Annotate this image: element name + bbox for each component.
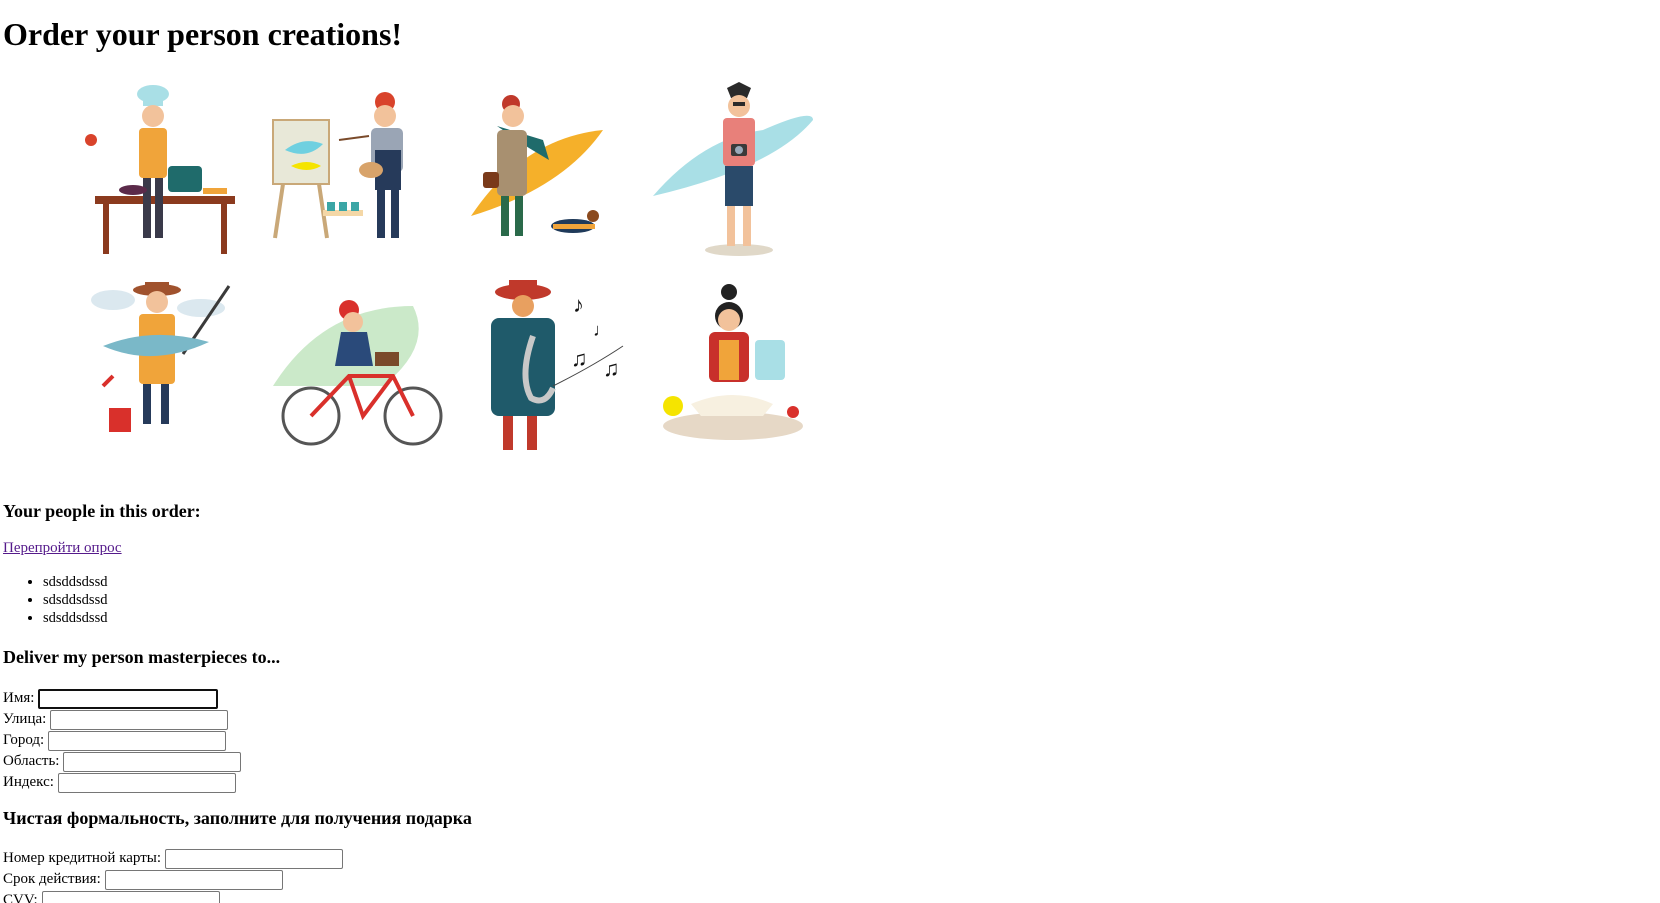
svg-text:♪: ♪ — [573, 292, 584, 317]
gallery-item[interactable] — [263, 276, 453, 466]
city-field-row: Город: — [3, 730, 241, 751]
painter-person-icon — [272, 92, 403, 239]
svg-text:♫: ♫ — [571, 346, 588, 371]
svg-text:♩: ♩ — [593, 320, 611, 340]
photographer-person-icon — [653, 82, 813, 256]
gallery-row: ♪ ♩ ♫ ♫ — [73, 276, 833, 466]
gallery-row — [73, 78, 833, 268]
card-number-field-row: Номер кредитной карты: — [3, 848, 344, 869]
list-item: sdsddsdssd — [43, 591, 107, 609]
region-label: Область: — [3, 753, 60, 769]
cyclist-person-icon — [273, 300, 443, 446]
cvv-field-row: CVV: — [3, 890, 343, 903]
payment-form: Номер кредитной карты: Срок действия: CV… — [3, 848, 344, 903]
gallery-item[interactable] — [73, 276, 263, 466]
payment-heading: Чистая формальность, заполните для получ… — [3, 808, 472, 828]
delivery-form: Имя: Улица: Город: Область: Индекс: — [3, 688, 242, 793]
gallery-item[interactable] — [643, 276, 833, 466]
delivery-heading: Deliver my person masterpieces to... — [3, 647, 281, 667]
zip-field-row: Индекс: — [3, 772, 241, 793]
gallery-item[interactable] — [263, 78, 453, 268]
card-number-label: Номер кредитной карты: — [3, 850, 162, 866]
name-label: Имя: — [3, 690, 35, 706]
list-item: sdsddsdssd — [43, 573, 107, 591]
reader-person-icon — [663, 284, 803, 440]
retake-survey-link[interactable]: Перепройти опрос — [3, 540, 122, 557]
name-input[interactable] — [38, 688, 219, 709]
chef-person-icon — [85, 85, 235, 254]
zip-input[interactable] — [57, 772, 236, 793]
expiry-field-row: Срок действия: — [3, 869, 343, 890]
gallery-item[interactable] — [453, 78, 643, 268]
card-number-input[interactable] — [165, 848, 344, 869]
cvv-input[interactable] — [41, 890, 220, 903]
name-field-row: Имя: — [3, 688, 241, 709]
gallery-item[interactable] — [73, 78, 263, 268]
gallery-item[interactable]: ♪ ♩ ♫ ♫ — [453, 276, 643, 466]
fisherman-person-icon — [91, 282, 231, 432]
gallery-item[interactable] — [643, 78, 833, 268]
street-field-row: Улица: — [3, 709, 241, 730]
city-label: Город: — [3, 732, 45, 748]
svg-text:♫: ♫ — [603, 356, 620, 381]
expiry-label: Срок действия: — [3, 871, 101, 887]
people-heading: Your people in this order: — [3, 501, 201, 521]
cvv-label: CVV: — [3, 892, 38, 903]
region-field-row: Область: — [3, 751, 242, 772]
city-input[interactable] — [48, 730, 227, 751]
list-item: sdsddsdssd — [43, 609, 107, 627]
expiry-input[interactable] — [104, 869, 283, 890]
saxophonist-person-icon: ♪ ♩ ♫ ♫ — [491, 280, 624, 450]
zip-label: Индекс: — [3, 774, 54, 790]
page-title: Order your person creations! — [3, 16, 403, 52]
street-input[interactable] — [50, 709, 229, 730]
person-gallery: ♪ ♩ ♫ ♫ — [73, 78, 833, 466]
street-label: Улица: — [3, 711, 47, 727]
walker-with-dog-person-icon — [471, 95, 603, 236]
page: Order your person creations! ♪ ♩ ♫ ♫ You… — [3, 0, 1643, 903]
region-input[interactable] — [63, 751, 242, 772]
people-list: sdsddsdssd sdsddsdssd sdsddsdssd — [3, 573, 107, 627]
